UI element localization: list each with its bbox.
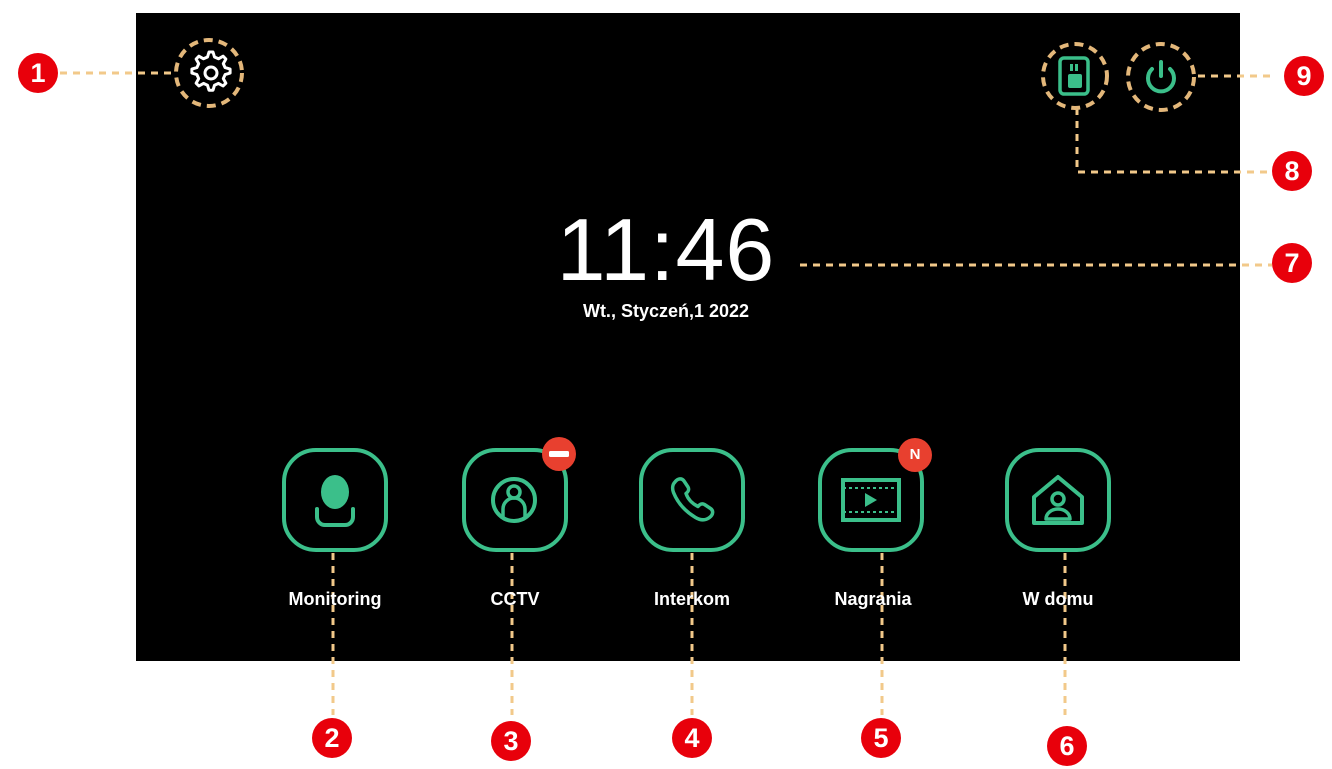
- remove-badge-icon: [542, 437, 576, 471]
- callout-power: 9: [1284, 56, 1324, 96]
- sd-card-button[interactable]: [1040, 42, 1110, 110]
- callout-nagrania: 5: [861, 718, 901, 758]
- app-label-cctv: CCTV: [490, 589, 540, 609]
- callout-clock: 7: [1272, 243, 1312, 283]
- callout-interkom: 4: [672, 718, 712, 758]
- app-label-monitoring: Monitoring: [288, 589, 382, 609]
- clock-date: Wt., Styczeń,1 2022: [582, 301, 750, 321]
- annotation-leader-lines: [60, 71, 1276, 715]
- clock-time: 11:46: [556, 200, 776, 299]
- settings-button[interactable]: [174, 38, 244, 108]
- app-label-nagrania: Nagrania: [834, 589, 912, 609]
- monitoring-person-icon: [282, 448, 388, 552]
- power-button[interactable]: [1124, 42, 1198, 112]
- app-monitoring-button[interactable]: [281, 447, 389, 553]
- sd-card-icon: [1041, 42, 1109, 110]
- power-icon: [1126, 42, 1196, 112]
- home-person-icon: [1005, 448, 1111, 552]
- callout-w-domu: 6: [1047, 726, 1087, 766]
- callout-settings: 1: [18, 53, 58, 93]
- new-badge: N: [898, 438, 932, 472]
- gear-icon: [174, 38, 244, 108]
- phone-handset-icon: [639, 448, 745, 552]
- app-w-domu-button[interactable]: [1004, 447, 1112, 553]
- callout-monitoring: 2: [312, 718, 352, 758]
- app-label-w-domu: W domu: [1022, 589, 1094, 609]
- callout-cctv: 3: [491, 721, 531, 761]
- callout-sd-card: 8: [1272, 151, 1312, 191]
- app-label-interkom: Interkom: [653, 589, 731, 609]
- app-interkom-button[interactable]: [638, 447, 746, 553]
